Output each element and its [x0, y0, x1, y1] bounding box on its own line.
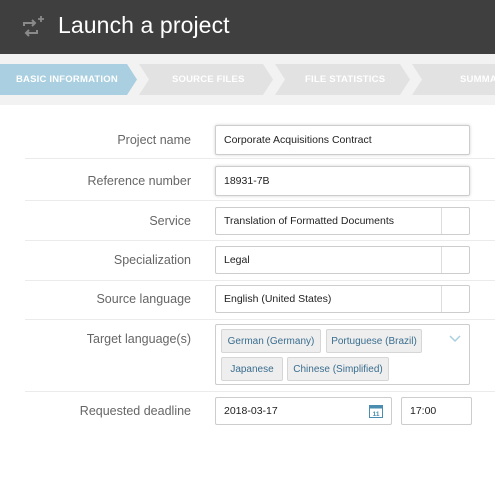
step-label: SUMMA: [460, 74, 495, 85]
deadline-date-field[interactable]: 2018-03-17 11: [215, 397, 392, 425]
target-languages-select[interactable]: German (Germany) Portuguese (Brazil) Jap…: [215, 324, 470, 385]
language-tag[interactable]: Chinese (Simplified): [287, 357, 389, 381]
calendar-day-text: 11: [373, 411, 380, 418]
calendar-icon[interactable]: 11: [369, 404, 383, 418]
row-divider: [25, 158, 495, 159]
step-label: BASIC INFORMATION: [16, 74, 118, 85]
row-divider: [25, 240, 495, 241]
service-value: Translation of Formatted Documents: [224, 215, 395, 227]
deadline-date-value: 2018-03-17: [224, 405, 278, 417]
row-divider: [25, 391, 495, 392]
service-label: Service: [149, 214, 191, 228]
reference-number-label: Reference number: [87, 174, 191, 188]
row-divider: [25, 280, 495, 281]
select-divider: [441, 286, 442, 312]
specialization-label: Specialization: [113, 253, 191, 267]
target-languages-label: Target language(s): [86, 332, 191, 346]
deadline-time-field[interactable]: 17:00: [401, 397, 472, 425]
wizard-steps: BASIC INFORMATION SOURCE FILES FILE STAT…: [0, 64, 495, 95]
specialization-select[interactable]: Legal: [215, 246, 470, 274]
source-language-value: English (United States): [224, 293, 332, 305]
app-header: Launch a project: [0, 0, 495, 54]
language-tag[interactable]: Portuguese (Brazil): [326, 329, 422, 353]
row-divider: [25, 200, 495, 201]
deadline-label: Requested deadline: [79, 404, 191, 418]
language-tag[interactable]: German (Germany): [221, 329, 321, 353]
select-divider: [441, 208, 442, 234]
project-name-label: Project name: [117, 133, 191, 147]
service-select[interactable]: Translation of Formatted Documents: [215, 207, 470, 235]
step-label: FILE STATISTICS: [305, 74, 386, 85]
page-title: Launch a project: [58, 12, 230, 38]
step-label: SOURCE FILES: [172, 74, 245, 85]
chevron-down-icon[interactable]: [449, 335, 461, 343]
reference-number-field[interactable]: 18931-7B: [215, 166, 470, 196]
add-transfer-icon: [23, 16, 44, 37]
select-divider: [441, 247, 442, 273]
row-divider: [25, 319, 495, 320]
source-language-label: Source language: [96, 292, 191, 306]
project-name-field[interactable]: Corporate Acquisitions Contract: [215, 125, 470, 155]
specialization-value: Legal: [224, 254, 250, 266]
language-tag[interactable]: Japanese: [221, 357, 283, 381]
source-language-select[interactable]: English (United States): [215, 285, 470, 313]
